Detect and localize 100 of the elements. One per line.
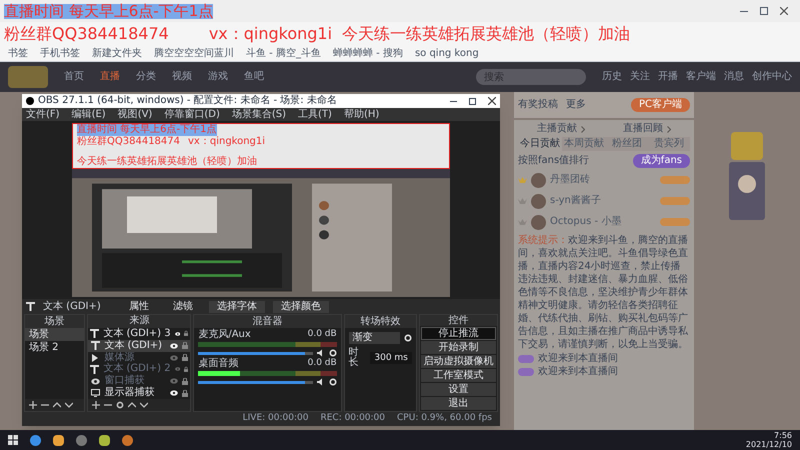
app-icon[interactable] (76, 434, 87, 446)
tab[interactable]: 今日贡献 (518, 137, 562, 151)
control-button[interactable]: 开始录制 (420, 341, 496, 354)
bookmark[interactable]: 新建文件夹 (92, 48, 142, 58)
lock-icon[interactable] (182, 342, 188, 350)
control-button[interactable]: 工作室模式 (420, 369, 496, 382)
user-name: s-yn酱酱子 (550, 196, 601, 206)
source-item[interactable]: 显示器捕获 (88, 387, 190, 400)
minimize-icon[interactable] (740, 10, 748, 12)
toolbar-button[interactable]: 选择字体 (209, 300, 265, 312)
menu-item[interactable]: 视图(V) (118, 110, 152, 120)
text-icon (90, 341, 100, 350)
menu-item[interactable]: 场景集合(S) (232, 110, 286, 120)
menu-item[interactable]: 帮助(H) (344, 110, 380, 120)
app-icon[interactable] (30, 434, 41, 446)
eye-icon[interactable] (170, 390, 178, 396)
fan-badge (660, 218, 690, 226)
overlay-text: 今天练一练英雄拓展英雄池（轻喷）加油 (77, 156, 257, 168)
app-icon[interactable] (53, 434, 64, 446)
maximize-icon[interactable] (469, 98, 476, 104)
bookmark[interactable]: so qing kong (414, 48, 479, 58)
scene-item[interactable]: 场景 (25, 328, 84, 341)
window-title: OBS 27.1.1 (64-bit, windows) - 配置文件: 未命名 - 场景: 未命名 (38, 96, 337, 106)
overlay-text: 今天练一练英雄拓展英雄池（轻喷）加油 (342, 26, 630, 42)
speaker-icon[interactable] (316, 349, 325, 357)
toolbar-button[interactable]: 选择颜色 (273, 300, 329, 312)
lock-icon[interactable] (182, 354, 188, 362)
move-down-icon[interactable] (140, 401, 148, 410)
avatar (531, 194, 546, 208)
lock-icon[interactable] (184, 366, 188, 373)
source-item[interactable]: 文本 (GDI+) (88, 340, 190, 352)
fans-button[interactable]: 成为fans (632, 154, 690, 168)
rank-title: 按照fans值排行 (518, 156, 590, 166)
nav-item[interactable]: 首页 (64, 72, 84, 82)
eye-icon (90, 378, 100, 385)
app-icon[interactable] (99, 434, 110, 446)
top-action[interactable]: 更多 (566, 100, 586, 110)
eye-icon[interactable] (170, 342, 178, 349)
add-icon[interactable] (29, 401, 37, 409)
lock-icon[interactable] (182, 390, 188, 397)
nav-item[interactable]: 鱼吧 (244, 72, 264, 82)
bookmark[interactable]: 手机书签 (40, 48, 80, 58)
app-icon[interactable] (122, 434, 133, 446)
control-button[interactable]: 停止推流 (420, 327, 496, 340)
lock-icon[interactable] (182, 378, 188, 385)
eye-icon[interactable] (174, 330, 180, 337)
toolbar-button[interactable]: 属性 (121, 300, 157, 312)
control-button[interactable]: 退出 (420, 397, 496, 410)
header-action[interactable]: 关注 (630, 72, 650, 82)
settings-icon[interactable] (328, 378, 337, 386)
header-action[interactable]: 客户端 (686, 72, 716, 82)
cpu-status: CPU: 0.9%, 60.00 fps (397, 414, 492, 422)
settings-icon[interactable] (328, 349, 337, 357)
transition-select[interactable]: 渐变 (348, 332, 400, 344)
client-button[interactable]: PC客户端 (630, 98, 690, 112)
menu-item[interactable]: 编辑(E) (72, 110, 106, 120)
header-action[interactable]: 创作中心 (752, 72, 792, 82)
header-action[interactable]: 开播 (658, 72, 678, 82)
scene-item[interactable]: 场景 2 (25, 341, 84, 354)
add-icon[interactable] (92, 401, 100, 410)
control-button[interactable]: 启动虚拟摄像机 (420, 355, 496, 368)
toolbar-button[interactable]: 滤镜 (165, 300, 201, 312)
lock-icon[interactable] (184, 330, 188, 338)
dock-title: 来源 (129, 316, 150, 326)
duration-field[interactable]: 300 ms (370, 352, 412, 364)
bookmark[interactable]: 蝉蝉蝉蝉 - 搜狗 (332, 48, 403, 58)
settings-icon[interactable] (404, 334, 412, 342)
bookmark[interactable]: 书签 (8, 48, 28, 58)
move-up-icon[interactable] (53, 401, 61, 409)
close-icon[interactable] (488, 97, 496, 105)
overlay-text: 粉丝群QQ384418474 (4, 26, 169, 42)
nav-item[interactable]: 游戏 (208, 72, 228, 82)
rec-status: REC: 00:00:00 (320, 414, 386, 422)
settings-icon[interactable] (116, 401, 124, 410)
minimize-icon[interactable] (450, 100, 457, 102)
dock-title: 控件 (448, 316, 468, 326)
top-action[interactable]: 有奖投稿 (518, 100, 558, 110)
move-up-icon[interactable] (128, 401, 136, 410)
restore-icon[interactable] (760, 7, 768, 15)
close-icon[interactable] (780, 7, 788, 15)
menu-item[interactable]: 停靠窗口(D) (164, 110, 220, 120)
header-action[interactable]: 历史 (602, 72, 622, 82)
control-button[interactable]: 设置 (420, 383, 496, 396)
channel-reading: 0.0 dB (308, 330, 337, 340)
move-down-icon[interactable] (65, 401, 73, 409)
obs-logo-icon (26, 97, 34, 105)
menu-item[interactable]: 工具(T) (298, 110, 332, 120)
source-item[interactable]: 文本 (GDI+) 3 (88, 328, 190, 340)
windows-start-icon[interactable] (8, 435, 18, 445)
bookmark[interactable]: 腾空空空空间蓝川 (154, 48, 234, 58)
header-action[interactable]: 消息 (724, 72, 744, 82)
nav-item[interactable]: 视频 (172, 72, 192, 82)
nav-item[interactable]: 直播 (100, 72, 120, 82)
link[interactable]: 主播贡献 (537, 124, 577, 134)
bookmark[interactable]: 斗鱼 - 腾空_斗鱼 (246, 48, 321, 58)
nav-item[interactable]: 分类 (136, 72, 156, 82)
avatar (531, 214, 546, 230)
link[interactable]: 直播回顾 (623, 124, 663, 134)
speaker-icon[interactable] (316, 378, 325, 386)
menu-item[interactable]: 文件(F) (26, 110, 60, 120)
